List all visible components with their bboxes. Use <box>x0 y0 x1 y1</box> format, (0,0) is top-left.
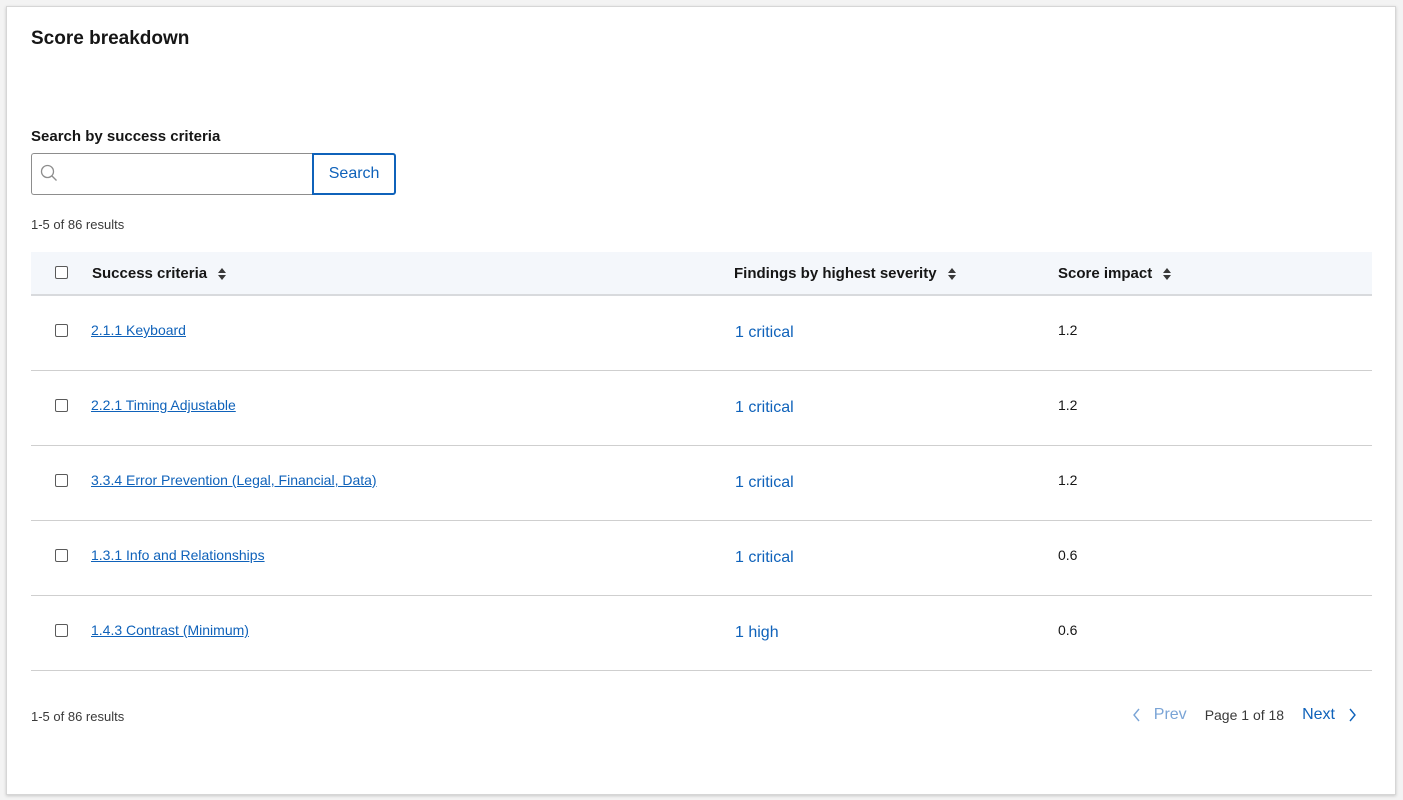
criteria-link[interactable]: 2.1.1 Keyboard <box>91 322 186 338</box>
criteria-link[interactable]: 3.3.4 Error Prevention (Legal, Financial… <box>91 472 377 488</box>
search-icon <box>40 164 57 181</box>
row-checkbox[interactable] <box>55 399 68 412</box>
row-checkbox[interactable] <box>55 474 68 487</box>
severity-link[interactable]: 1 critical <box>735 474 794 492</box>
prev-label: Prev <box>1153 706 1187 723</box>
search-field-container <box>31 153 313 195</box>
table-row: 1.4.3 Contrast (Minimum) 1 high 0.6 <box>31 596 1372 671</box>
criteria-link[interactable]: 1.3.1 Info and Relationships <box>91 547 265 563</box>
prev-page-button[interactable]: Prev <box>1132 706 1187 724</box>
row-checkbox[interactable] <box>55 324 68 337</box>
score-impact: 0.6 <box>1058 547 1078 563</box>
search-label: Search by success criteria <box>31 128 221 145</box>
next-page-button[interactable]: Next <box>1302 706 1357 724</box>
score-impact: 1.2 <box>1058 397 1078 413</box>
page-indicator: Page 1 of 18 <box>1204 707 1285 723</box>
severity-link[interactable]: 1 critical <box>735 549 794 567</box>
row-checkbox[interactable] <box>55 624 68 637</box>
column-header-criteria-label: Success criteria <box>92 265 208 282</box>
select-all-checkbox[interactable] <box>55 266 68 279</box>
score-impact: 0.6 <box>1058 622 1078 638</box>
chevron-right-icon <box>1349 708 1356 722</box>
severity-link[interactable]: 1 high <box>735 624 779 642</box>
severity-link[interactable]: 1 critical <box>735 324 794 342</box>
sort-icon <box>1163 267 1172 280</box>
column-header-impact-label: Score impact <box>1058 265 1153 282</box>
results-count-bottom: 1-5 of 86 results <box>31 709 125 724</box>
search-button[interactable]: Search <box>312 153 396 195</box>
search-input[interactable] <box>32 154 313 194</box>
column-header-severity[interactable]: Findings by highest severity <box>734 265 957 282</box>
score-table: Success criteria Findings by highest sev… <box>31 252 1372 671</box>
search-bar: Search <box>31 153 396 195</box>
chevron-left-icon <box>1132 708 1140 722</box>
score-impact: 1.2 <box>1058 322 1078 338</box>
table-row: 2.1.1 Keyboard 1 critical 1.2 <box>31 296 1372 371</box>
table-row: 3.3.4 Error Prevention (Legal, Financial… <box>31 446 1372 521</box>
table-header: Success criteria Findings by highest sev… <box>31 252 1372 296</box>
column-header-criteria[interactable]: Success criteria <box>92 265 227 282</box>
column-header-impact[interactable]: Score impact <box>1058 265 1172 282</box>
criteria-link[interactable]: 2.2.1 Timing Adjustable <box>91 397 236 413</box>
sort-icon <box>218 267 227 280</box>
results-count-top: 1-5 of 86 results <box>31 217 125 232</box>
page-title: Score breakdown <box>31 28 190 49</box>
next-label: Next <box>1302 706 1335 723</box>
score-impact: 1.2 <box>1058 472 1078 488</box>
pagination: Prev Page 1 of 18 Next <box>1132 706 1357 724</box>
criteria-link[interactable]: 1.4.3 Contrast (Minimum) <box>91 622 249 638</box>
row-checkbox[interactable] <box>55 549 68 562</box>
severity-link[interactable]: 1 critical <box>735 399 794 417</box>
sort-icon <box>947 267 956 280</box>
table-row: 1.3.1 Info and Relationships 1 critical … <box>31 521 1372 596</box>
table-row: 2.2.1 Timing Adjustable 1 critical 1.2 <box>31 371 1372 446</box>
score-breakdown-card: Score breakdown Search by success criter… <box>6 6 1396 795</box>
column-header-severity-label: Findings by highest severity <box>734 265 937 282</box>
